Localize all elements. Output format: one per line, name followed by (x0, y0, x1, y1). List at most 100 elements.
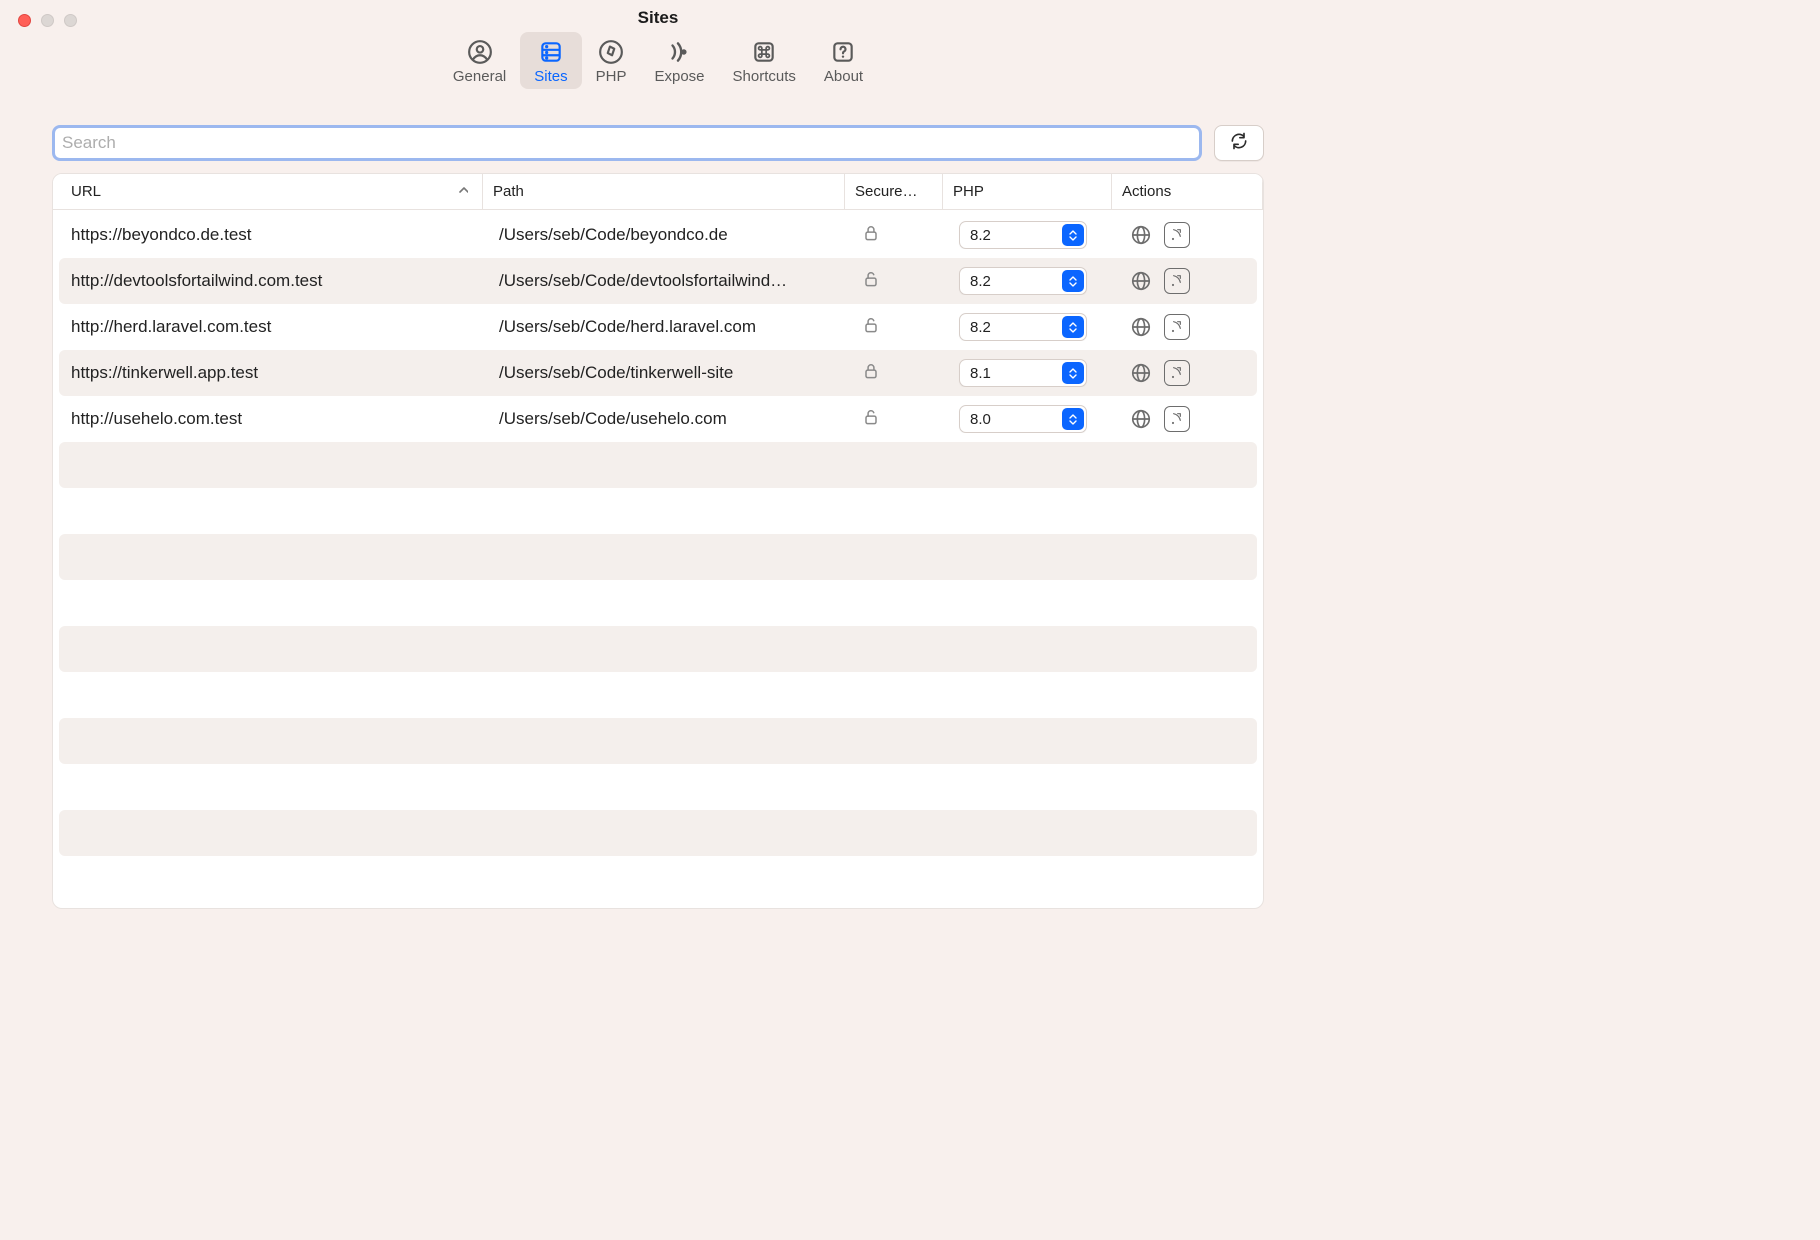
cell-php: 8.0 (949, 405, 1118, 433)
php-version-select[interactable]: 8.2 (959, 221, 1087, 249)
cell-actions (1118, 360, 1257, 386)
cell-path: /Users/seb/Code/devtoolsfortailwind… (489, 271, 851, 291)
site-url: http://herd.laravel.com.test (71, 317, 271, 337)
open-external-button[interactable] (1164, 222, 1190, 248)
select-stepper-icon (1062, 362, 1084, 384)
toolbar-tab-label: Shortcuts (733, 68, 796, 85)
content: URL Path Secure… PHP Actions https://bey… (0, 99, 1316, 939)
toolbar-tab-expose[interactable]: Expose (640, 32, 718, 89)
table-row[interactable]: http://usehelo.com.test/Users/seb/Code/u… (59, 396, 1257, 442)
lock-icon[interactable] (861, 223, 881, 248)
cell-url: http://devtoolsfortailwind.com.test (59, 271, 489, 291)
zoom-window-button[interactable] (64, 14, 77, 27)
site-path: /Users/seb/Code/usehelo.com (499, 409, 727, 429)
toolbar-tab-label: About (824, 68, 863, 85)
server-icon (537, 38, 565, 66)
cell-actions (1118, 268, 1257, 294)
search-input[interactable] (56, 129, 1198, 157)
site-url: http://devtoolsfortailwind.com.test (71, 271, 322, 291)
php-version-select[interactable]: 8.2 (959, 267, 1087, 295)
toolbar-tab-label: PHP (596, 68, 627, 85)
cell-actions (1118, 406, 1257, 432)
column-header-secured-label: Secure… (855, 183, 918, 200)
broadcast-icon (665, 38, 693, 66)
open-in-browser-button[interactable] (1128, 406, 1154, 432)
open-in-browser-button[interactable] (1128, 314, 1154, 340)
open-in-browser-button[interactable] (1128, 360, 1154, 386)
php-version-value: 8.2 (970, 227, 991, 244)
sites-table: URL Path Secure… PHP Actions https://bey… (52, 173, 1264, 909)
cell-secured (851, 223, 949, 248)
open-external-button[interactable] (1164, 268, 1190, 294)
cell-secured (851, 269, 949, 294)
open-in-browser-button[interactable] (1128, 222, 1154, 248)
column-header-path-label: Path (493, 183, 524, 200)
php-version-value: 8.0 (970, 411, 991, 428)
toolbar-tab-general[interactable]: General (439, 32, 520, 89)
select-stepper-icon (1062, 224, 1084, 246)
table-row[interactable]: https://tinkerwell.app.test/Users/seb/Co… (59, 350, 1257, 396)
table-row-empty (59, 764, 1257, 810)
php-version-value: 8.2 (970, 273, 991, 290)
lock-open-icon[interactable] (861, 269, 881, 294)
open-external-button[interactable] (1164, 406, 1190, 432)
column-header-php-label: PHP (953, 183, 984, 200)
cell-php: 8.2 (949, 313, 1118, 341)
table-row-empty (59, 718, 1257, 764)
column-header-actions[interactable]: Actions (1112, 174, 1263, 209)
cell-actions (1118, 222, 1257, 248)
site-path: /Users/seb/Code/devtoolsfortailwind… (499, 271, 787, 291)
open-in-browser-button[interactable] (1128, 268, 1154, 294)
table-row-empty (59, 672, 1257, 718)
minimize-window-button[interactable] (41, 14, 54, 27)
toolbar-tab-about[interactable]: About (810, 32, 877, 89)
cell-secured (851, 315, 949, 340)
column-header-secured[interactable]: Secure… (845, 174, 943, 209)
select-stepper-icon (1062, 408, 1084, 430)
toolbar-tab-label: General (453, 68, 506, 85)
table-body: https://beyondco.de.test/Users/seb/Code/… (53, 210, 1263, 908)
table-row-empty (59, 856, 1257, 902)
lock-icon[interactable] (861, 361, 881, 386)
table-row[interactable]: http://herd.laravel.com.test/Users/seb/C… (59, 304, 1257, 350)
table-row[interactable]: https://beyondco.de.test/Users/seb/Code/… (59, 212, 1257, 258)
column-header-path[interactable]: Path (483, 174, 845, 209)
lock-open-icon[interactable] (861, 315, 881, 340)
php-version-select[interactable]: 8.0 (959, 405, 1087, 433)
toolbar-tab-php[interactable]: PHP (582, 32, 641, 89)
column-header-actions-label: Actions (1122, 183, 1171, 200)
toolbar-tab-label: Sites (534, 68, 567, 85)
lock-open-icon[interactable] (861, 407, 881, 432)
site-url: http://usehelo.com.test (71, 409, 242, 429)
command-icon (750, 38, 778, 66)
close-window-button[interactable] (18, 14, 31, 27)
open-external-button[interactable] (1164, 314, 1190, 340)
site-url: https://tinkerwell.app.test (71, 363, 258, 383)
table-row-empty (59, 488, 1257, 534)
cell-php: 8.2 (949, 221, 1118, 249)
toolbar-tab-shortcuts[interactable]: Shortcuts (719, 32, 810, 89)
php-version-select[interactable]: 8.2 (959, 313, 1087, 341)
window-controls (18, 14, 77, 27)
user-circle-icon (466, 38, 494, 66)
table-row-empty (59, 580, 1257, 626)
cell-path: /Users/seb/Code/usehelo.com (489, 409, 851, 429)
table-row-empty (59, 534, 1257, 580)
open-external-button[interactable] (1164, 360, 1190, 386)
compass-icon (597, 38, 625, 66)
cell-url: https://beyondco.de.test (59, 225, 489, 245)
cell-php: 8.2 (949, 267, 1118, 295)
column-header-php[interactable]: PHP (943, 174, 1112, 209)
toolbar-tab-sites[interactable]: Sites (520, 32, 581, 89)
column-header-url-label: URL (71, 183, 101, 200)
toolbar: General Sites PHP Expose Shortcuts About (0, 28, 1316, 99)
php-version-select[interactable]: 8.1 (959, 359, 1087, 387)
cell-path: /Users/seb/Code/herd.laravel.com (489, 317, 851, 337)
cell-secured (851, 407, 949, 432)
titlebar: Sites (0, 0, 1316, 28)
select-stepper-icon (1062, 270, 1084, 292)
column-header-url[interactable]: URL (53, 174, 483, 209)
refresh-button[interactable] (1214, 125, 1264, 161)
cell-secured (851, 361, 949, 386)
table-row[interactable]: http://devtoolsfortailwind.com.test/User… (59, 258, 1257, 304)
